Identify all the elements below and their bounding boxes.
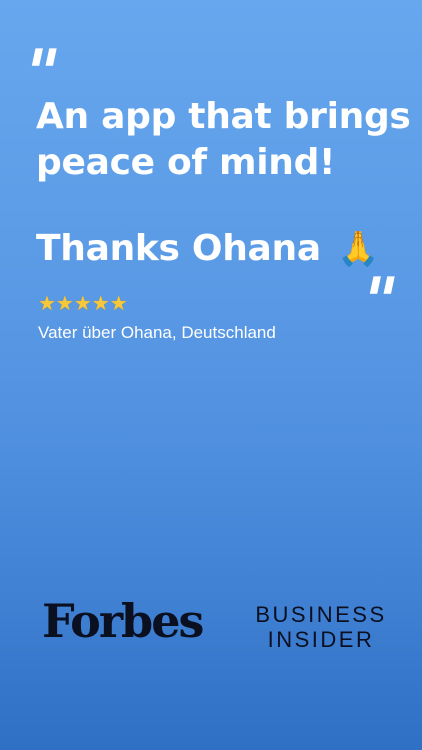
close-quote-mark: " [354, 265, 398, 339]
forbes-logo: Forbes [42, 594, 204, 648]
review-attribution: Vater über Ohana, Deutschland [38, 323, 276, 342]
business-insider-logo: BUSINESS INSIDER [246, 602, 396, 652]
business-insider-line2: INSIDER [267, 627, 375, 652]
business-insider-line1: BUSINESS [255, 602, 387, 627]
review-thanks: Thanks Ohana 🙏 [36, 226, 379, 272]
star-rating: ★★★★★ [38, 291, 128, 315]
review-headline: An app that brings peace of mind! [36, 96, 411, 183]
thanks-text: Thanks Ohana [36, 228, 321, 269]
praying-hands-icon: 🙏 [337, 229, 380, 269]
